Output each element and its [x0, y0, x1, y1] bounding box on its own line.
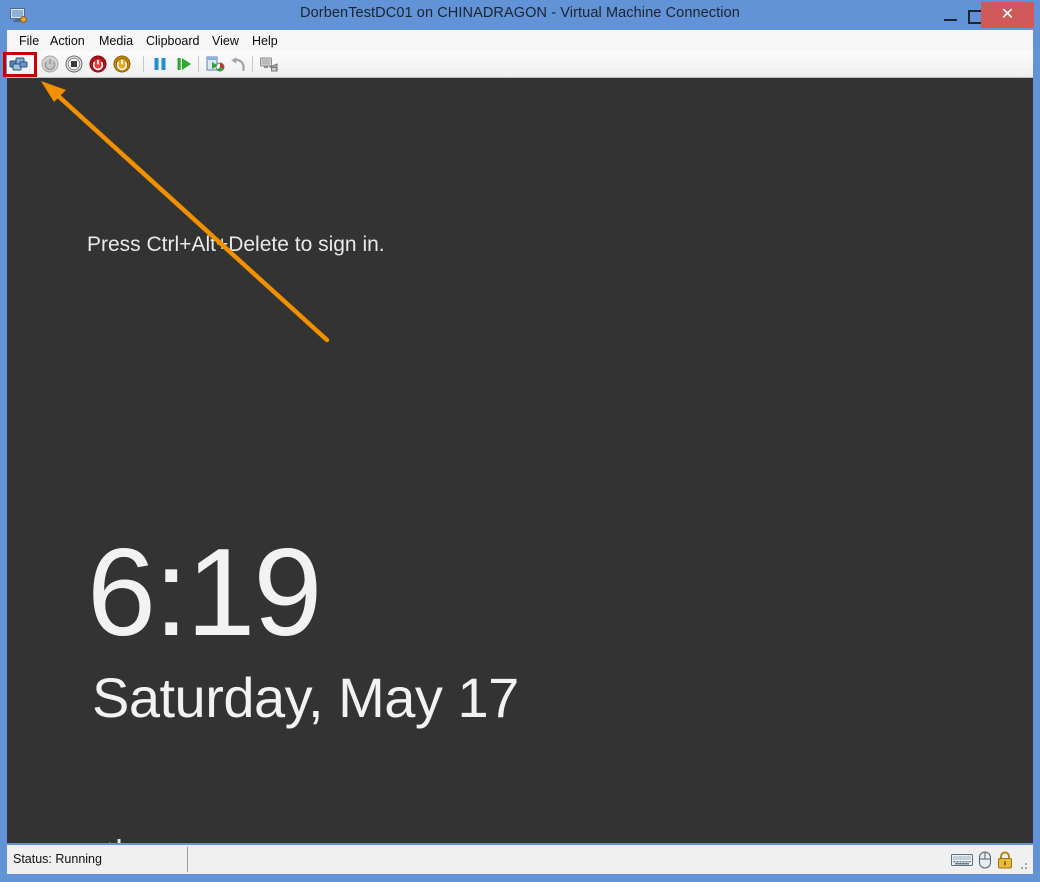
- checkpoint-button[interactable]: [205, 54, 225, 74]
- lock-icon[interactable]: [997, 851, 1013, 869]
- status-pane: Status: Running: [7, 847, 188, 872]
- play-green-icon: [177, 58, 191, 70]
- window-title: DorbenTestDC01 on CHINADRAGON - Virtual …: [300, 5, 740, 21]
- toolbar-separator: [143, 56, 144, 72]
- reset-button[interactable]: [174, 54, 194, 74]
- power-orange-icon: [113, 55, 131, 73]
- menu-item-help[interactable]: Help: [247, 33, 283, 49]
- revert-arrow-icon: [231, 57, 245, 72]
- close-icon: ✕: [1000, 6, 1015, 23]
- highlight-box: [3, 52, 37, 77]
- menu-item-action[interactable]: Action: [45, 33, 90, 49]
- vm-screen[interactable]: Press Ctrl+Alt+Delete to sign in. 6:19 S…: [7, 78, 1033, 843]
- shutdown-red-icon: [89, 55, 107, 73]
- menu-item-file[interactable]: File: [14, 33, 44, 49]
- checkpoint-icon: [206, 56, 225, 72]
- resize-grip[interactable]: [1017, 859, 1029, 871]
- enhanced-session-icon: [260, 57, 278, 72]
- status-text: Status: Running: [13, 852, 102, 866]
- status-bar: Status: Running: [7, 845, 1033, 874]
- lock-screen-clock: 6:19: [87, 524, 322, 662]
- save-button[interactable]: [112, 54, 132, 74]
- title-bar[interactable]: DorbenTestDC01 on CHINADRAGON - Virtual …: [0, 0, 1040, 30]
- power-start-icon: [41, 55, 59, 73]
- toolbar: [7, 51, 1033, 78]
- revert-button[interactable]: [228, 54, 248, 74]
- turn-off-button[interactable]: [64, 54, 84, 74]
- virtual-machine-connection-window: DorbenTestDC01 on CHINADRAGON - Virtual …: [0, 0, 1040, 882]
- menu-bar: File Action Media Clipboard View Help: [7, 30, 1033, 52]
- toolbar-separator: [198, 56, 199, 72]
- stop-square-icon: [65, 55, 83, 73]
- pause-button[interactable]: [150, 54, 170, 74]
- network-status-icon[interactable]: [103, 835, 135, 843]
- close-button[interactable]: ✕: [981, 2, 1034, 28]
- toolbar-separator: [252, 56, 253, 72]
- enhanced-session-button[interactable]: [259, 54, 279, 74]
- start-button[interactable]: [40, 54, 60, 74]
- menu-item-clipboard[interactable]: Clipboard: [141, 33, 205, 49]
- menu-item-view[interactable]: View: [207, 33, 244, 49]
- pause-icon: [154, 58, 166, 70]
- shut-down-button[interactable]: [88, 54, 108, 74]
- signin-prompt: Press Ctrl+Alt+Delete to sign in.: [87, 233, 385, 256]
- mouse-icon[interactable]: [978, 851, 992, 869]
- status-icon-group: [951, 849, 1013, 871]
- lock-screen-date: Saturday, May 17: [92, 666, 519, 729]
- menu-item-media[interactable]: Media: [94, 33, 138, 49]
- keyboard-icon[interactable]: [951, 852, 973, 868]
